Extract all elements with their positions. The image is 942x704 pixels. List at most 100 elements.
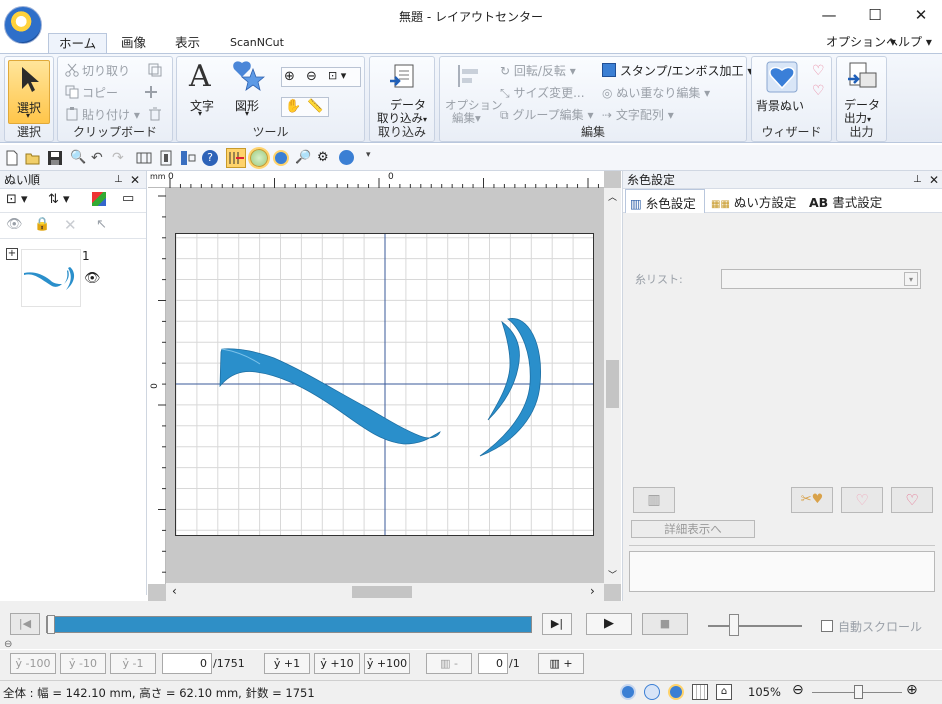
horizontal-scroll-thumb[interactable]	[352, 586, 412, 598]
paste-button[interactable]: 貼り付け ▾	[82, 106, 140, 123]
visibility-icon[interactable]: 👁	[6, 217, 23, 232]
redo-icon[interactable]: ↷	[112, 150, 128, 166]
ruler-icon[interactable]: 📏	[307, 99, 323, 114]
tab-format-settings[interactable]: AB 書式設定	[809, 192, 882, 211]
tab-stitch-settings[interactable]: ▦▦ ぬい方設定	[711, 192, 796, 211]
heart-small-icon-2[interactable]: ♡	[812, 83, 825, 99]
rotate-flip-button[interactable]: ↻ 回転/反転 ▾	[500, 62, 576, 79]
maximize-button[interactable]: ☐	[852, 2, 898, 28]
frame-icon[interactable]: ▭	[122, 191, 134, 206]
shape-tool-button[interactable]: 図形 ▾	[229, 59, 267, 123]
stamp-emboss-button[interactable]: スタンプ/エンボス加工 ▾	[602, 62, 753, 79]
color-forward-button[interactable]: ▥ +	[538, 653, 584, 674]
open-folder-icon[interactable]	[25, 150, 41, 166]
go-to-end-button[interactable]: ▶|	[542, 613, 572, 635]
current-stitch-input[interactable]: 0	[162, 653, 212, 674]
heart-small-icon-1[interactable]: ♡	[812, 63, 825, 79]
heart-button[interactable]: ♡	[891, 487, 933, 513]
stitch-progress-thumb[interactable]	[47, 615, 55, 634]
embroidery-hoop-area[interactable]	[175, 233, 594, 536]
minimize-button[interactable]: —	[806, 2, 852, 28]
tab-view[interactable]: 表示	[165, 33, 210, 54]
step-back-1-button[interactable]: ỷ -1	[110, 653, 156, 674]
print-preview-icon[interactable]: 🔎	[295, 150, 311, 166]
import-data-button[interactable]: データ 取り込み▾	[374, 59, 432, 125]
speed-slider-thumb[interactable]	[729, 614, 739, 636]
stitch-simulator-icon[interactable]	[226, 148, 246, 168]
speed-slider-track[interactable]	[708, 625, 802, 627]
zoom-icon[interactable]: 🔍	[70, 150, 86, 166]
delete-x-icon[interactable]: ✕	[64, 216, 77, 234]
stitch-overlap-button[interactable]: ◎ ぬい重なり編集 ▾	[602, 84, 710, 101]
step-forward-1-button[interactable]: ỷ +1	[264, 653, 310, 674]
eye-icon[interactable]: 👁	[84, 271, 101, 286]
scroll-left-icon[interactable]: ‹	[172, 584, 177, 598]
zoom-fit-icon[interactable]: ⊡ ▾	[328, 69, 358, 85]
zoom-in-button[interactable]: ⊕	[906, 682, 918, 698]
stitch-view-icon[interactable]	[273, 150, 289, 166]
tab-thread-color[interactable]: ▥ 糸色設定	[625, 189, 705, 213]
customize-dropdown-icon[interactable]: ▾	[366, 150, 382, 166]
details-button[interactable]: 詳細表示へ	[631, 520, 755, 538]
realistic-view-icon[interactable]	[250, 149, 268, 167]
close-button[interactable]: ✕	[898, 2, 942, 28]
step-forward-100-button[interactable]: ỷ +100	[364, 653, 410, 674]
panel-close-icon[interactable]: ✕	[130, 171, 140, 189]
tab-image[interactable]: 画像	[111, 33, 156, 54]
stop-button[interactable]: ■	[642, 613, 688, 635]
pin-icon[interactable]: ⊥	[913, 171, 922, 189]
step-back-10-button[interactable]: ỷ -10	[60, 653, 106, 674]
help-menu[interactable]: ヘルプ ▾	[886, 33, 932, 50]
scroll-right-icon[interactable]: ›	[590, 584, 595, 598]
grid-view-icon[interactable]	[136, 150, 152, 166]
go-to-start-button[interactable]: |◀	[10, 613, 40, 635]
pin-icon[interactable]: ⊥	[114, 171, 123, 189]
color-back-button[interactable]: ▥ -	[426, 653, 472, 674]
stitch-progress-track[interactable]	[46, 615, 532, 634]
settings-icon[interactable]: ⚙	[317, 150, 333, 166]
page-icon[interactable]	[158, 150, 174, 166]
select-button[interactable]: 選択 ▾	[8, 60, 50, 124]
delete-icon[interactable]	[148, 107, 162, 121]
hoop-icon[interactable]: ⌂	[716, 684, 732, 700]
tab-home[interactable]: ホーム	[48, 33, 108, 54]
save-icon[interactable]	[47, 150, 63, 166]
cut-button[interactable]: 切り取り	[82, 62, 130, 79]
zoom-out-icon[interactable]: ⊖	[306, 69, 324, 85]
group-edit-button[interactable]: ⧉ グループ編集 ▾	[500, 106, 594, 123]
view-mode-icon-3[interactable]	[668, 684, 684, 700]
app-menu-icon[interactable]	[4, 6, 42, 44]
current-color-input[interactable]: 0	[478, 653, 508, 674]
duplicate-icon[interactable]	[148, 63, 162, 77]
step-back-100-button[interactable]: ỷ -100	[10, 653, 56, 674]
heart-outline-button[interactable]: ♡	[841, 487, 883, 513]
dropdown-arrow-icon[interactable]: ▾	[904, 272, 918, 286]
embroidery-design[interactable]	[219, 318, 542, 457]
sort-icon[interactable]: ⇅ ▾	[48, 192, 70, 207]
vertical-scroll-thumb[interactable]	[606, 360, 619, 408]
expand-toggle[interactable]: +	[6, 248, 18, 260]
color-sort-icon[interactable]	[92, 192, 106, 206]
fit-view-icon[interactable]: ⊡ ▾	[6, 192, 28, 207]
vertical-scrollbar[interactable]: ︿ ﹀	[604, 188, 621, 584]
collapse-icon[interactable]: ⊖	[4, 639, 12, 650]
text-array-button[interactable]: ⇢ 文字配列 ▾	[602, 106, 674, 123]
help-icon[interactable]: ?	[202, 150, 218, 166]
layout-icon[interactable]	[180, 150, 196, 166]
new-file-icon[interactable]	[4, 150, 20, 166]
lock-icon[interactable]: 🔒	[34, 217, 50, 232]
pointer-icon[interactable]: ↖	[96, 217, 107, 232]
option-edit-button[interactable]: オプション 編集▾	[442, 61, 503, 125]
thread-list-select[interactable]: ▾	[721, 269, 921, 289]
text-tool-button[interactable]: A 文字 ▾	[185, 59, 219, 123]
undo-icon[interactable]: ↶	[91, 150, 107, 166]
auto-scroll-checkbox[interactable]	[821, 620, 833, 632]
tab-scanncut[interactable]: ScanNCut	[220, 33, 294, 54]
horizontal-scrollbar[interactable]: ‹ ›	[166, 583, 604, 601]
background-stitch-button[interactable]: 背景ぬい	[754, 59, 810, 123]
stitch-thumbnail[interactable]	[21, 249, 81, 307]
copy-button[interactable]: コピー	[82, 84, 118, 101]
grid-toggle-icon[interactable]	[692, 684, 708, 700]
zoom-out-button[interactable]: ⊖	[792, 682, 804, 698]
scroll-up-icon[interactable]: ︿	[608, 190, 617, 203]
